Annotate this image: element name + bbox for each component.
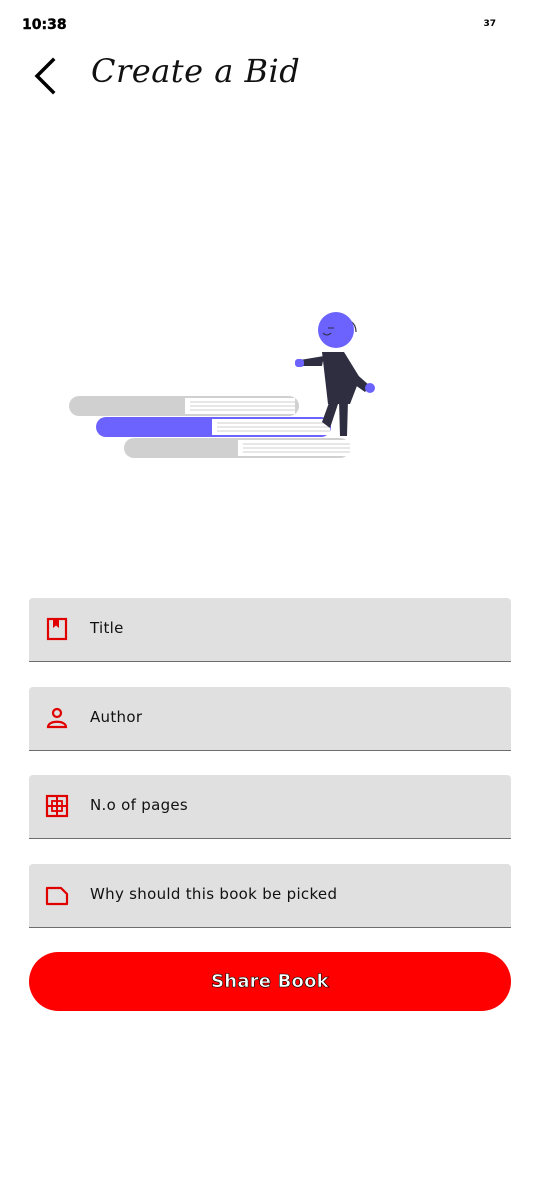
person-icon — [46, 707, 68, 729]
title-placeholder: Title — [90, 619, 124, 637]
back-arrow-icon — [34, 57, 56, 95]
battery-level: 37 — [483, 19, 496, 29]
pages-field[interactable]: N.o of pages — [29, 775, 511, 839]
app-bar: Create a Bid — [0, 40, 540, 110]
page-title: Create a Bid — [91, 52, 301, 90]
note-icon — [45, 886, 69, 906]
author-field[interactable]: Author — [29, 687, 511, 751]
author-placeholder: Author — [90, 708, 143, 726]
pages-placeholder: N.o of pages — [90, 796, 189, 814]
book-stack-illustration — [69, 312, 375, 458]
share-book-label: Share Book — [211, 971, 329, 993]
reason-field[interactable]: Why should this book be picked — [29, 864, 511, 928]
status-time: 10:38 — [22, 17, 67, 33]
share-book-button[interactable]: Share Book — [29, 952, 511, 1011]
title-field[interactable]: Title — [29, 598, 511, 662]
back-button[interactable] — [22, 48, 72, 98]
bookmark-icon — [46, 617, 68, 641]
pages-grid-icon — [45, 794, 69, 818]
reason-placeholder: Why should this book be picked — [90, 885, 338, 903]
